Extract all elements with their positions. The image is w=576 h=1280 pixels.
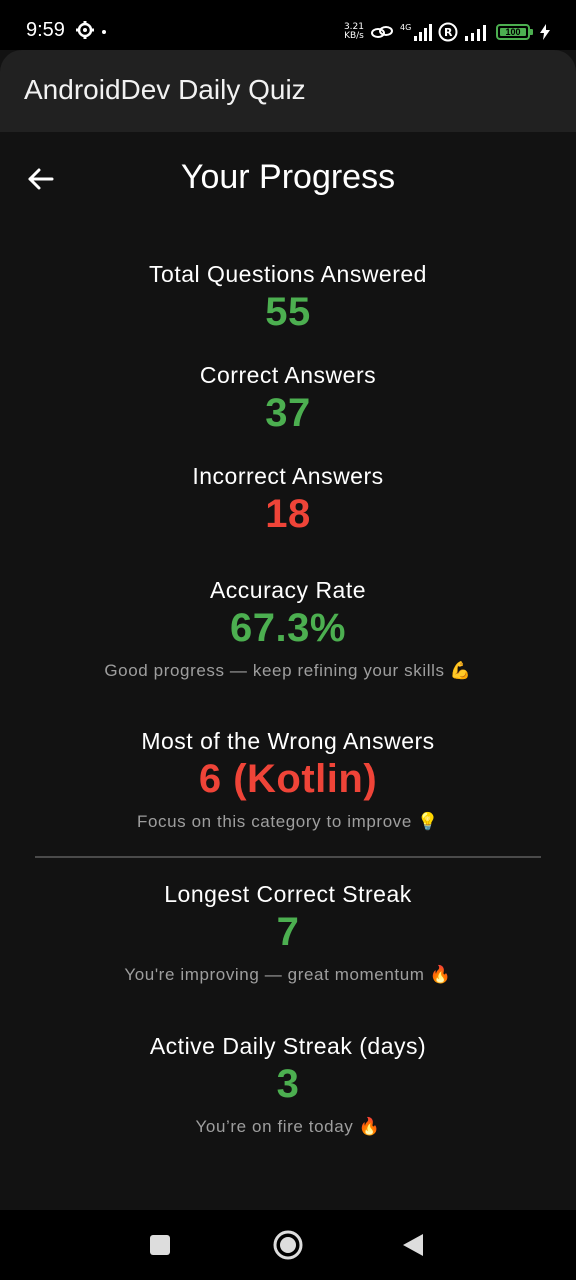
network-type-text: 4G: [400, 23, 411, 32]
recents-square-icon[interactable]: [142, 1227, 178, 1263]
net-speed: 3.21 KB/s: [344, 23, 364, 41]
roaming-icon: R: [438, 22, 458, 42]
svg-text:R: R: [444, 26, 453, 39]
stat-label: Incorrect Answers: [192, 463, 384, 489]
home-circle-icon[interactable]: [270, 1227, 306, 1263]
stat-most-wrong-answers: Most of the Wrong Answers 6 (Kotlin) Foc…: [0, 728, 576, 832]
stat-note: Focus on this category to improve 💡: [136, 812, 439, 831]
stat-value: 7: [276, 910, 300, 954]
app-bar: AndroidDev Daily Quiz: [0, 50, 576, 132]
signal-icon: [465, 25, 486, 41]
stat-value: 55: [265, 290, 311, 334]
page-header: Your Progress: [0, 132, 576, 228]
net-speed-unit: KB/s: [344, 31, 364, 41]
stat-label: Active Daily Streak (days): [149, 1033, 427, 1059]
link-icon: [371, 26, 393, 38]
signal-icon: 4G: [400, 23, 432, 41]
stat-value: 3: [276, 1062, 300, 1106]
stat-label: Total Questions Answered: [149, 261, 427, 287]
stat-label: Most of the Wrong Answers: [141, 728, 435, 754]
stat-note: Good progress — keep refining your skill…: [104, 661, 472, 680]
stat-correct-answers: Correct Answers 37: [0, 362, 576, 436]
stat-accuracy-rate: Accuracy Rate 67.3% Good progress — keep…: [0, 577, 576, 681]
status-bar: 9:59 3.21 KB/s 4G R 100: [0, 0, 576, 50]
stat-label: Longest Correct Streak: [164, 881, 412, 907]
stat-note: You're improving — great momentum 🔥: [124, 965, 452, 984]
navigation-bar: [0, 1210, 576, 1280]
divider: [35, 856, 541, 858]
app-title: AndroidDev Daily Quiz: [24, 74, 306, 105]
page-title: Your Progress: [180, 158, 396, 196]
stat-note: You’re on fire today 🔥: [195, 1117, 381, 1136]
stat-total-answered: Total Questions Answered 55: [0, 261, 576, 335]
status-icons: 3.21 KB/s 4G R 100: [344, 20, 550, 44]
back-triangle-icon[interactable]: [396, 1227, 432, 1263]
stat-daily-streak: Active Daily Streak (days) 3 You’re on f…: [0, 1033, 576, 1137]
gear-icon: [76, 21, 94, 39]
stat-incorrect-answers: Incorrect Answers 18: [0, 463, 576, 537]
dot-icon: [102, 30, 106, 34]
battery-icon: 100: [496, 24, 533, 40]
stat-value: 37: [265, 391, 311, 435]
stat-value: 67.3%: [230, 606, 346, 650]
battery-level: 100: [500, 28, 526, 37]
stat-label: Accuracy Rate: [209, 577, 367, 603]
stat-value: 18: [265, 492, 311, 536]
status-time: 9:59: [26, 19, 65, 41]
stat-longest-streak: Longest Correct Streak 7 You're improvin…: [0, 881, 576, 985]
charging-icon: [540, 24, 550, 40]
stat-label: Correct Answers: [199, 362, 377, 388]
stat-value: 6 (Kotlin): [198, 757, 378, 801]
